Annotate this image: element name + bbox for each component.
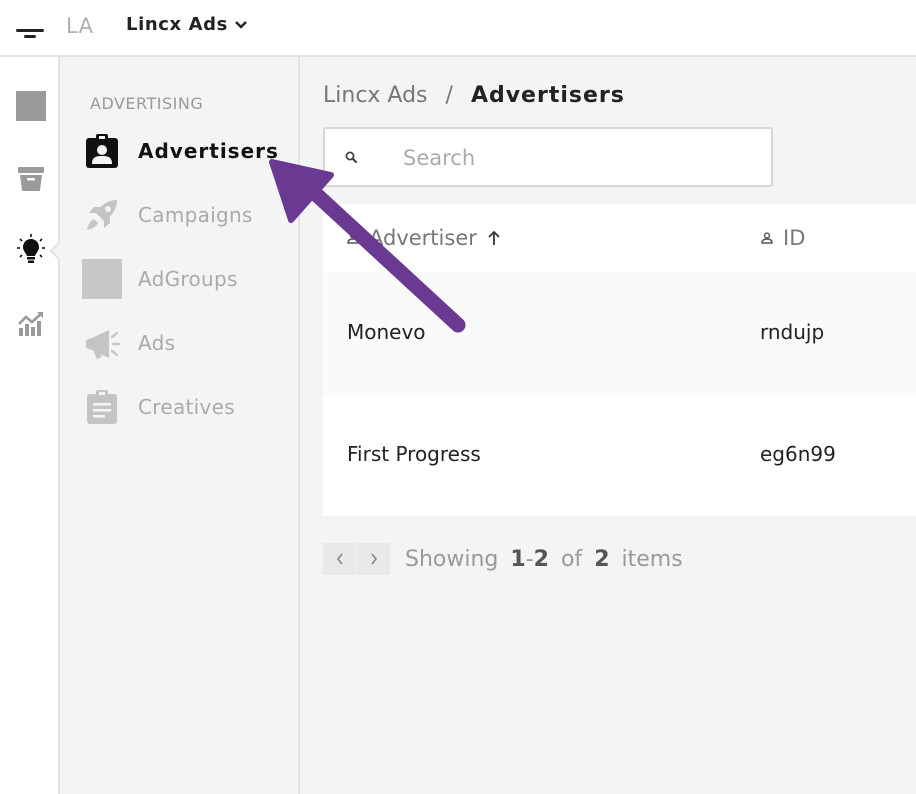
sidebar-item-ads[interactable]: Ads — [82, 321, 292, 365]
total-count: 2 — [594, 546, 610, 572]
org-initials: LA — [66, 14, 94, 38]
breadcrumb-root-link[interactable]: Lincx Ads — [323, 83, 428, 108]
person-icon — [347, 232, 359, 244]
sidebar-item-label: Campaigns — [138, 203, 253, 227]
advertiser-id-cell: rndujp — [760, 320, 825, 344]
archive-icon — [18, 167, 44, 191]
table-header: Advertiser ID — [323, 204, 916, 272]
main-content: Lincx Ads / Advertisers Advertiser — [300, 57, 916, 794]
range-end: 2 — [533, 546, 549, 572]
sidebar-item-label: AdGroups — [138, 267, 238, 291]
column-header-advertiser[interactable]: Advertiser — [347, 226, 511, 250]
hamburger-icon[interactable] — [14, 26, 46, 42]
section-sidebar: ADVERTISING Advertisers Campaigns AdGrou… — [60, 57, 300, 794]
lightbulb-icon — [17, 234, 45, 263]
range-start: 1 — [510, 546, 526, 572]
chevron-down-icon — [235, 20, 247, 29]
items-label: items — [621, 546, 683, 572]
advertiser-name-cell: Monevo — [347, 320, 426, 344]
table-row[interactable]: First Progress eg6n99 — [323, 394, 916, 516]
previous-page-button[interactable] — [323, 543, 356, 575]
search-box — [323, 127, 773, 187]
rail-item-placeholder[interactable] — [15, 90, 47, 122]
analytics-icon — [18, 312, 43, 336]
breadcrumb: Lincx Ads / Advertisers — [323, 83, 625, 108]
section-label: ADVERTISING — [90, 94, 204, 113]
megaphone-icon — [86, 330, 121, 359]
badge-icon — [86, 134, 118, 168]
placeholder-square-icon — [16, 91, 46, 121]
search-input[interactable] — [403, 141, 763, 175]
rocket-icon — [87, 200, 117, 230]
sort-ascending-icon — [488, 230, 500, 245]
sidebar-item-label: Ads — [138, 331, 176, 355]
rail-item-archive[interactable] — [15, 163, 47, 195]
sidebar-item-creatives[interactable]: Creatives — [82, 385, 292, 429]
pagination-summary: Showing 1 - 2 of 2 items — [405, 547, 683, 572]
sidebar-item-adgroups[interactable]: AdGroups — [82, 257, 292, 301]
table-row[interactable]: Monevo rndujp — [323, 272, 916, 394]
sidebar-item-label: Creatives — [138, 395, 235, 419]
rail-item-analytics[interactable] — [15, 307, 47, 339]
org-switcher[interactable]: Lincx Ads — [126, 14, 248, 35]
sidebar-item-advertisers[interactable]: Advertisers — [82, 129, 292, 173]
org-name: Lincx Ads — [126, 14, 228, 35]
advertisers-table: Advertiser ID Monevo rndujp First Progre… — [323, 204, 916, 516]
chevron-right-icon — [370, 553, 377, 565]
advertiser-id-cell: eg6n99 — [760, 442, 836, 466]
of-label: of — [560, 546, 583, 572]
clipboard-icon — [87, 390, 117, 424]
breadcrumb-separator: / — [445, 83, 453, 108]
top-bar: LA Lincx Ads — [0, 0, 916, 57]
chevron-left-icon — [336, 553, 343, 565]
sidebar-item-label: Advertisers — [138, 139, 279, 163]
column-header-id[interactable]: ID — [761, 226, 805, 250]
icon-rail — [0, 57, 60, 794]
page-title: Advertisers — [470, 83, 625, 108]
range-dash: - — [525, 546, 534, 572]
sidebar-item-campaigns[interactable]: Campaigns — [82, 193, 292, 237]
advertiser-name-cell: First Progress — [347, 442, 481, 466]
placeholder-square-icon — [82, 259, 122, 299]
search-icon — [345, 151, 358, 164]
next-page-button[interactable] — [357, 543, 390, 575]
person-icon — [761, 232, 773, 244]
pagination: Showing 1 - 2 of 2 items — [323, 543, 683, 575]
rail-item-advertising[interactable] — [15, 234, 47, 266]
column-header-label: ID — [783, 226, 806, 250]
showing-label: Showing — [405, 546, 499, 572]
column-header-label: Advertiser — [369, 226, 477, 250]
